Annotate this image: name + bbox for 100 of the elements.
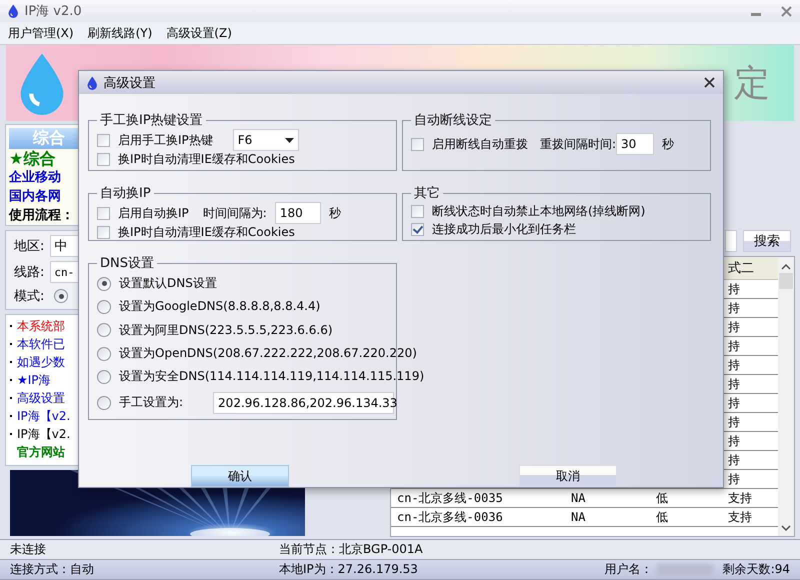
confirm-button[interactable]: 确认 xyxy=(191,465,289,487)
radio-label[interactable]: 设置为OpenDNS(208.67.222.222,208.67.220.220) xyxy=(119,345,417,362)
field-label: 线路: xyxy=(14,264,44,281)
status-text: 连接方式：自动 xyxy=(10,561,95,578)
menu-item[interactable]: 高级设置(Z) xyxy=(166,24,232,42)
scroll-up-icon[interactable] xyxy=(781,263,791,271)
radio-button[interactable] xyxy=(97,370,111,384)
radio-button[interactable] xyxy=(97,276,111,291)
checkbox[interactable] xyxy=(97,153,110,166)
drop-logo-icon xyxy=(18,51,66,115)
group-title: DNS设置 xyxy=(99,255,155,272)
status-text: 用户名： xyxy=(604,561,653,578)
field-label: 地区: xyxy=(14,238,44,255)
radio-label[interactable]: 设置默认DNS设置 xyxy=(119,275,217,292)
hotkey-select[interactable]: F6 xyxy=(232,129,299,151)
checkbox-label[interactable]: 启用断线自动重拨 xyxy=(432,136,528,152)
table-row[interactable]: cn-北京多线-0036 NA 低 支持 xyxy=(391,508,778,527)
close-icon[interactable] xyxy=(704,77,715,88)
drop-icon xyxy=(8,4,18,18)
radio-button[interactable] xyxy=(97,396,111,410)
checkbox[interactable] xyxy=(97,134,110,146)
news-item[interactable]: ★IP海 xyxy=(17,372,51,388)
scroll-down-icon[interactable] xyxy=(781,524,791,532)
unit-label: 秒 xyxy=(328,204,341,222)
news-item[interactable]: 本系统部 xyxy=(17,318,65,334)
cancel-button[interactable]: 取消 xyxy=(519,465,617,487)
intro-line: 国内各网 xyxy=(9,188,61,206)
group-title: 自动断线设定 xyxy=(413,112,493,129)
table-cell-text: 支持 xyxy=(727,508,753,526)
news-item[interactable]: 本软件已 xyxy=(17,336,65,352)
column-header[interactable]: 式二 xyxy=(724,257,778,279)
news-item[interactable]: IP海【v2. xyxy=(17,408,70,424)
news-item[interactable]: IP海【v2. xyxy=(17,426,70,442)
checkbox[interactable] xyxy=(97,226,110,239)
radio-button[interactable] xyxy=(97,346,111,361)
table-cell-text: 低 xyxy=(655,490,669,506)
banner-slogan: 定 xyxy=(734,62,770,106)
interval-field[interactable]: 180 xyxy=(274,202,321,224)
checkbox-label[interactable]: 换IP时自动清理IE缓存和Cookies xyxy=(118,151,295,168)
checkbox-label[interactable]: 启用自动换IP xyxy=(118,204,189,222)
radio-label[interactable]: 设置为阿里DNS(223.5.5.5,223.6.6.6) xyxy=(119,322,333,339)
scrollbar[interactable] xyxy=(778,257,794,536)
checkbox[interactable] xyxy=(411,138,424,150)
menu-item[interactable]: 刷新线路(Y) xyxy=(88,24,152,42)
field-label: 时间间隔为: xyxy=(202,204,267,222)
search-button[interactable]: 搜索 xyxy=(743,230,791,252)
redaction-mark xyxy=(656,564,713,576)
news-item[interactable]: 高级设置 xyxy=(17,390,65,406)
table-cell-text: cn-北京多线-0035 xyxy=(396,490,504,506)
radio-label[interactable]: 设置为GoogleDNS(8.8.8.8,8.8.4.4) xyxy=(119,298,320,316)
interval-field[interactable]: 30 xyxy=(616,133,654,155)
checkbox[interactable] xyxy=(97,206,110,220)
unit-label: 秒 xyxy=(662,136,674,152)
intro-line: 使用流程： xyxy=(9,207,74,225)
status-text: 剩余天数:94 xyxy=(722,561,790,578)
dns-field[interactable]: 202.96.128.86,202.96.134.33 xyxy=(213,392,394,414)
group-title: 手工换IP热键设置 xyxy=(99,112,204,129)
menu-item[interactable]: 用户管理(X) xyxy=(8,24,74,42)
field-label: 模式: xyxy=(14,288,44,305)
checkbox[interactable] xyxy=(411,222,424,236)
field-label: 重拨间隔时间: xyxy=(540,136,616,152)
radio-button[interactable] xyxy=(97,323,111,338)
group-title: 其它 xyxy=(413,185,441,202)
checkbox[interactable] xyxy=(411,204,424,218)
scroll-thumb[interactable] xyxy=(779,273,793,289)
intro-line: ★综合 xyxy=(9,150,56,168)
table-cell-text: 持 xyxy=(727,300,741,316)
table-cell-text: 持 xyxy=(727,470,741,488)
checkbox-label[interactable]: 换IP时自动清理IE缓存和Cookies xyxy=(118,224,295,241)
table-cell-text: 持 xyxy=(727,452,741,468)
checkbox-label[interactable]: 连接成功后最小化到任务栏 xyxy=(432,220,576,238)
dialog-title: 高级设置 xyxy=(104,74,156,92)
news-item[interactable]: 如遇少数 xyxy=(17,354,65,370)
table-cell-text: NA xyxy=(570,509,586,526)
intro-line: 企业移动 xyxy=(9,169,61,187)
table-cell-text: 持 xyxy=(727,394,741,412)
checkbox-label[interactable]: 启用手工换IP热键 xyxy=(118,132,213,148)
table-cell-text: 持 xyxy=(727,338,741,354)
table-cell-text: 持 xyxy=(727,318,741,336)
dropdown-caret-icon[interactable] xyxy=(284,138,294,142)
table-cell-text: cn-北京多线-0036 xyxy=(396,508,504,526)
group-title: 自动换IP xyxy=(99,185,152,202)
table-cell-text: 低 xyxy=(655,508,669,526)
radio-button[interactable] xyxy=(97,300,111,314)
radio-label[interactable]: 手工设置为: xyxy=(119,394,184,412)
table-cell-text: NA xyxy=(570,490,586,507)
window-title: IP海 v2.0 xyxy=(24,3,83,20)
drop-icon xyxy=(87,76,98,90)
table-cell-text: 持 xyxy=(727,280,741,298)
checkbox-label[interactable]: 断线状态时自动禁止本地网络(掉线断网) xyxy=(432,202,646,220)
table-cell-text: 支持 xyxy=(727,490,753,506)
website-link[interactable]: 官方网站 xyxy=(10,444,65,460)
minimize-icon[interactable] xyxy=(751,13,761,17)
status-text: 未连接 xyxy=(10,541,47,558)
table-cell-text: 持 xyxy=(727,376,741,392)
search-field[interactable] xyxy=(725,230,737,252)
radio-label[interactable]: 设置为安全DNS(114.114.114.119,114.114.115.119) xyxy=(119,368,424,386)
table-row[interactable]: cn-北京多线-0035 NA 低 支持 xyxy=(391,489,778,508)
table-cell-text: 持 xyxy=(727,414,741,430)
radio-button[interactable] xyxy=(54,289,68,303)
